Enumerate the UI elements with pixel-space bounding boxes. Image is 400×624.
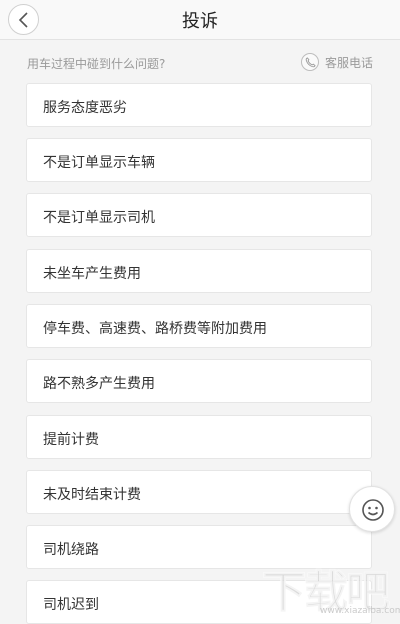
list-item[interactable]: 服务态度恶劣 [26,83,372,127]
list-item-label: 路不熟多产生费用 [43,376,155,392]
list-item-label: 不是订单显示司机 [43,210,155,226]
list-item[interactable]: 提前计费 [26,415,372,459]
list-item[interactable]: 不是订单显示车辆 [26,138,372,182]
list-item[interactable]: 未坐车产生费用 [26,249,372,293]
list-item-label: 未及时结束计费 [43,487,141,503]
list-item-label: 停车费、高速费、路桥费等附加费用 [43,321,267,337]
watermark-url: www.xiazaiba.com [320,606,400,616]
feedback-button[interactable] [349,486,395,532]
watermark-logo: 下载吧 www.xiazaiba.com [262,556,400,619]
list-item[interactable]: 未及时结束计费 [26,470,372,514]
phone-icon [300,53,319,71]
list-item-label: 未坐车产生费用 [43,266,141,282]
question-text: 用车过程中碰到什么问题? [27,57,166,71]
list-item[interactable]: 停车费、高速费、路桥费等附加费用 [26,304,372,348]
smiley-icon [362,499,384,521]
list-item[interactable]: 不是订单显示司机 [26,193,372,237]
list-item-label: 司机迟到 [43,597,99,613]
question-row: 用车过程中碰到什么问题? 客服电话 [0,44,400,80]
hotline-button[interactable]: 客服电话 [300,52,373,72]
list-item-label: 提前计费 [43,432,99,448]
list-item[interactable]: 路不熟多产生费用 [26,359,372,403]
page-title: 投诉 [182,11,218,32]
list-item-label: 服务态度恶劣 [43,100,127,116]
hotline-label: 客服电话 [324,55,373,70]
header-bar: 投诉 [0,0,400,40]
list-item-label: 司机绕路 [43,542,99,558]
list-item-label: 不是订单显示车辆 [43,155,155,171]
